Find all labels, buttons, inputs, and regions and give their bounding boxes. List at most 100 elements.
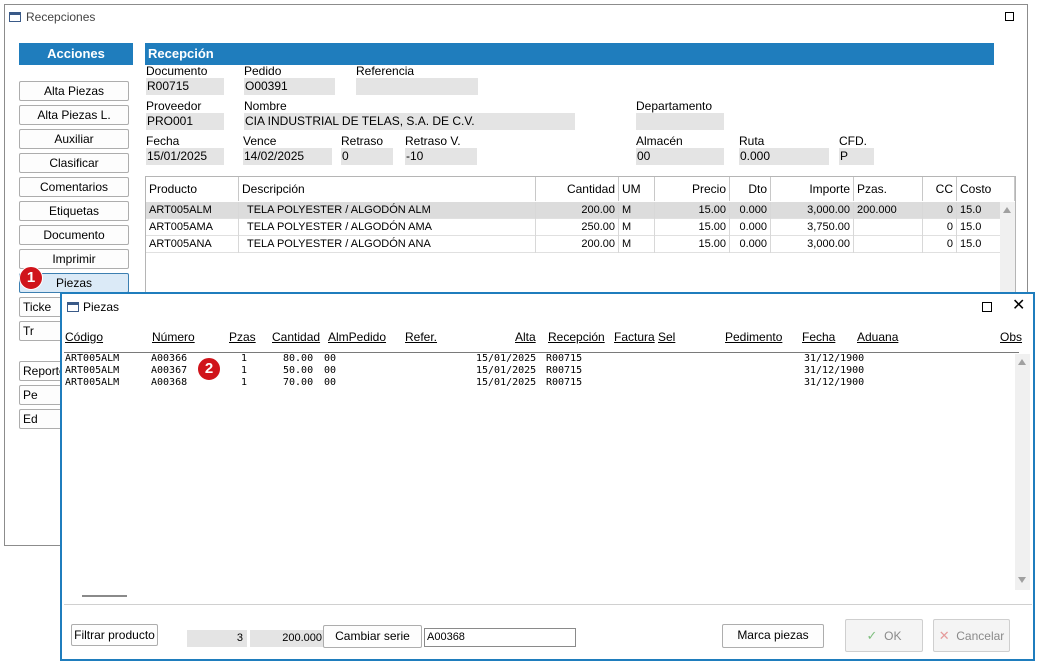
table-cell: ART005ANA: [146, 236, 239, 253]
sidebar-button-3[interactable]: Clasificar: [19, 153, 129, 173]
table-cell: 3,750.00: [771, 219, 854, 236]
piezas-col-header[interactable]: Alta: [515, 330, 536, 344]
piezas-col-header[interactable]: AlmPedido: [328, 330, 386, 344]
sidebar-button-4[interactable]: Comentarios: [19, 177, 129, 197]
x-icon: ✕: [938, 628, 950, 643]
table-cell: 0.000: [730, 236, 771, 253]
footer-divider: [64, 604, 1032, 605]
piezas-cell: ART005ALM: [65, 353, 120, 364]
scroll-up-icon[interactable]: [1003, 207, 1011, 213]
piezas-col-header[interactable]: Fecha: [802, 330, 835, 344]
sidebar-button-2[interactable]: Auxiliar: [19, 129, 129, 149]
serie-input[interactable]: A00368: [424, 628, 576, 647]
table-cell: M: [619, 202, 655, 219]
close-icon[interactable]: ✕: [1012, 296, 1025, 316]
piezas-col-header[interactable]: Pedimento: [725, 330, 782, 344]
sidebar-button-1[interactable]: Alta Piezas L.: [19, 105, 129, 125]
piezas-cell: 15/01/2025: [476, 353, 537, 364]
acciones-header: Acciones: [19, 43, 133, 65]
table-cell: 0.000: [730, 219, 771, 236]
grid-col-header[interactable]: Pzas.: [854, 177, 923, 201]
grid-col-header[interactable]: Importe: [771, 177, 854, 201]
piezas-col-header[interactable]: Refer.: [405, 330, 437, 344]
nombre-field[interactable]: CIA INDUSTRIAL DE TELAS, S.A. DE C.V.: [244, 113, 575, 130]
table-cell: 3,000.00: [771, 236, 854, 253]
table-cell: 3,000.00: [771, 202, 854, 219]
sidebar-button-0[interactable]: Alta Piezas: [19, 81, 129, 101]
nombre-label: Nombre: [244, 99, 287, 113]
grid-col-header[interactable]: Dto: [730, 177, 771, 201]
ok-button[interactable]: ✓ OK: [845, 619, 923, 652]
table-cell: 15.00: [655, 202, 730, 219]
retraso-v-label: Retraso V.: [405, 134, 461, 148]
piezas-col-header[interactable]: Número: [152, 330, 195, 344]
piezas-col-header[interactable]: Obs: [1000, 330, 1022, 344]
piezas-col-header[interactable]: Código: [65, 330, 103, 344]
piezas-cell: 31/12/1900: [804, 365, 865, 376]
vence-field[interactable]: 14/02/2025: [243, 148, 332, 165]
piezas-cell: 1: [241, 353, 248, 364]
piezas-col-header[interactable]: Recepción: [548, 330, 605, 344]
marca-piezas-button[interactable]: Marca piezas: [722, 624, 824, 648]
cancelar-button[interactable]: ✕ Cancelar: [933, 619, 1010, 652]
table-cell: [854, 219, 923, 236]
maximize-icon[interactable]: [982, 302, 992, 312]
departamento-field[interactable]: [636, 113, 724, 130]
recepcion-header: Recepción: [145, 43, 994, 65]
grid-col-header[interactable]: Precio: [655, 177, 730, 201]
almacen-field[interactable]: 00: [636, 148, 724, 165]
ruta-field[interactable]: 0.000: [739, 148, 829, 165]
table-cell: 250.00: [536, 219, 619, 236]
retraso-v-field[interactable]: -10: [405, 148, 477, 165]
grid-col-header[interactable]: UM: [619, 177, 655, 201]
retraso-field[interactable]: 0: [341, 148, 393, 165]
table-row[interactable]: ART005ANA TELA POLYESTER / ALGODÓN ANA 200…: [146, 236, 1015, 253]
piezas-cell: 00: [324, 377, 337, 388]
piezas-cell: 31/12/1900: [804, 353, 865, 364]
piezas-cell: 80.00: [283, 353, 314, 364]
fecha-field[interactable]: 15/01/2025: [146, 148, 224, 165]
grid-col-header[interactable]: CC: [923, 177, 957, 201]
grid-col-header[interactable]: Producto: [146, 177, 239, 201]
piezas-cell: A00366: [151, 353, 188, 364]
piezas-col-header[interactable]: Factura: [614, 330, 655, 344]
piezas-col-header[interactable]: Pzas: [229, 330, 256, 344]
grid-col-header[interactable]: Costo: [957, 177, 1015, 201]
documento-field[interactable]: R00715: [146, 78, 224, 95]
ruta-label: Ruta: [739, 134, 765, 148]
table-cell: 0: [923, 219, 957, 236]
fecha-label: Fecha: [146, 134, 180, 148]
grid-col-header[interactable]: Descripción: [239, 177, 536, 201]
table-row[interactable]: ART005ALM TELA POLYESTER / ALGODÓN ALM 200…: [146, 202, 1015, 219]
scroll-up-icon[interactable]: [1018, 359, 1026, 365]
piezas-col-header[interactable]: Aduana: [857, 330, 898, 344]
table-cell: 15.00: [655, 236, 730, 253]
piezas-col-header[interactable]: Cantidad: [272, 330, 320, 344]
filtrar-producto-button[interactable]: Filtrar producto: [71, 624, 158, 646]
maximize-icon[interactable]: [1005, 12, 1014, 21]
proveedor-label: Proveedor: [146, 99, 202, 113]
piezas-cell: 1: [241, 377, 248, 388]
pedido-field[interactable]: O00391: [244, 78, 335, 95]
scroll-down-icon[interactable]: [1018, 577, 1026, 583]
piezas-cell: 70.00: [283, 377, 314, 388]
cambiar-serie-button[interactable]: Cambiar serie: [323, 625, 422, 648]
referencia-field[interactable]: [356, 78, 478, 95]
check-icon: ✓: [866, 628, 878, 643]
piezas-cell: R00715: [546, 377, 583, 388]
cfd-field[interactable]: P: [839, 148, 874, 165]
piezas-hscrollbar[interactable]: [82, 595, 127, 597]
sidebar-button-5[interactable]: Etiquetas: [19, 201, 129, 221]
table-row[interactable]: ART005AMA TELA POLYESTER / ALGODÓN AMA 250…: [146, 219, 1015, 236]
table-cell: 15.00: [655, 219, 730, 236]
sidebar-button-6[interactable]: Documento: [19, 225, 129, 245]
proveedor-field[interactable]: PRO001: [146, 113, 224, 130]
piezas-col-header[interactable]: Sel: [658, 330, 675, 344]
piezas-vscrollbar[interactable]: [1015, 354, 1030, 590]
grid-scrollbar[interactable]: [1000, 202, 1015, 295]
piezas-cell: 00: [324, 365, 337, 376]
table-cell: TELA POLYESTER / ALGODÓN ANA: [239, 236, 536, 253]
cfd-label: CFD.: [839, 134, 867, 148]
grid-col-header[interactable]: Cantidad: [536, 177, 619, 201]
piezas-cell: ART005ALM: [65, 377, 120, 388]
